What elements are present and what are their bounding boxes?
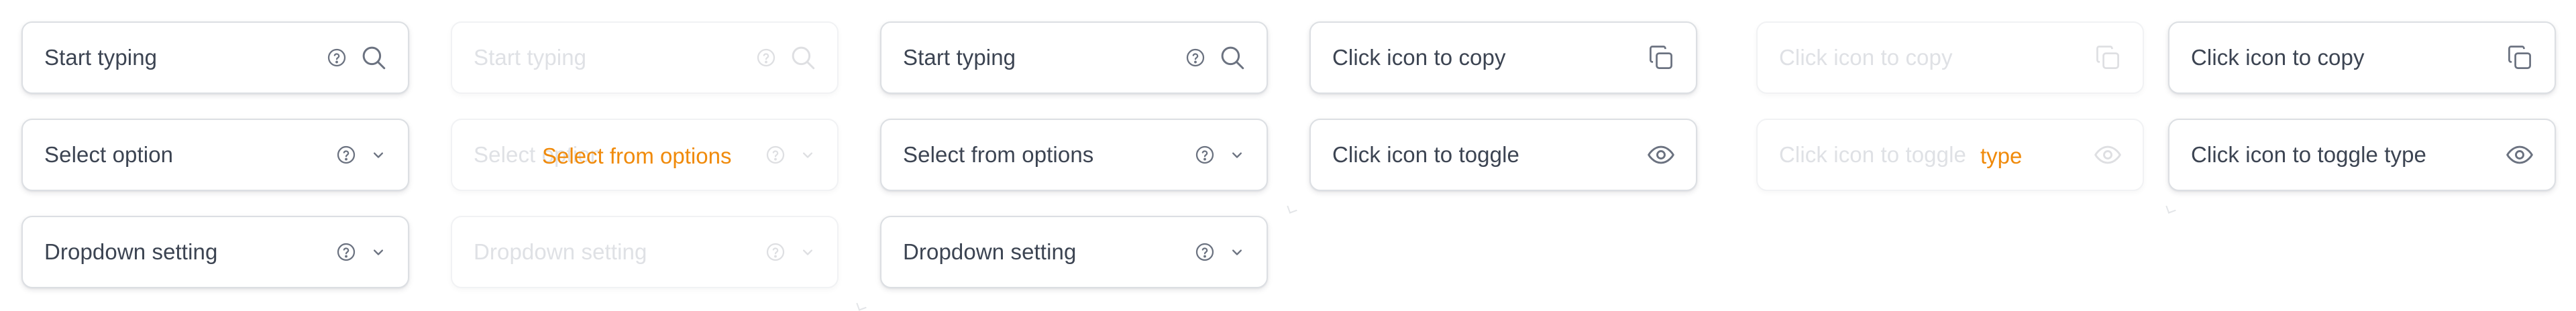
dropdown-field[interactable]: Dropdown setting (880, 216, 1268, 288)
help-circle-icon[interactable] (326, 47, 347, 68)
select-placeholder: Select from options (903, 142, 1094, 167)
search-placeholder: Start typing (44, 45, 158, 70)
search-icon[interactable] (360, 44, 388, 72)
copy-icon[interactable] (1646, 43, 1676, 72)
overlap-label: Select from options (542, 143, 732, 168)
search-field[interactable]: Start typing (21, 21, 409, 94)
toggle-field-label: Click icon to toggle (1332, 142, 1519, 167)
dropdown-field-disabled: Dropdown setting (451, 216, 839, 288)
chevron-down-icon (798, 243, 817, 261)
help-circle-icon (765, 241, 786, 263)
help-circle-icon[interactable] (1194, 144, 1216, 166)
copy-field-disabled: Click icon to copy (1756, 21, 2144, 94)
chevron-down-icon[interactable] (1228, 243, 1246, 261)
chevron-down-icon[interactable] (1228, 145, 1246, 164)
help-circle-icon[interactable] (335, 241, 357, 263)
copy-field-label: Click icon to copy (2191, 45, 2365, 70)
component-sheet: Start typing Select option Dropdown sett… (0, 0, 2576, 311)
help-circle-icon (765, 144, 786, 166)
corner-mark (2165, 203, 2176, 214)
toggle-field[interactable]: Click icon to toggle type (2168, 119, 2556, 191)
toggle-field[interactable]: Click icon to toggle (1309, 119, 1697, 191)
search-field[interactable]: Start typing (880, 21, 1268, 94)
search-icon[interactable] (1218, 44, 1246, 72)
search-placeholder: Start typing (903, 45, 1016, 70)
dropdown-placeholder: Dropdown setting (44, 239, 218, 264)
chevron-down-icon (798, 145, 817, 164)
overlap-label: type (1980, 143, 2023, 168)
select-placeholder: Select option (44, 142, 174, 167)
dropdown-field[interactable]: Dropdown setting (21, 216, 409, 288)
copy-field[interactable]: Click icon to copy (2168, 21, 2556, 94)
copy-field-label: Click icon to copy (1332, 45, 1506, 70)
search-placeholder: Start typing (474, 45, 587, 70)
help-circle-icon[interactable] (1185, 47, 1206, 68)
search-icon (789, 44, 817, 72)
help-circle-icon[interactable] (335, 144, 357, 166)
help-circle-icon[interactable] (1194, 241, 1216, 263)
select-field[interactable]: Select option (21, 119, 409, 191)
copy-icon[interactable] (2505, 43, 2534, 72)
dropdown-placeholder: Dropdown setting (903, 239, 1077, 264)
eye-icon (2093, 140, 2123, 170)
copy-icon (2093, 43, 2123, 72)
copy-field-label: Click icon to copy (1779, 45, 1953, 70)
dropdown-placeholder: Dropdown setting (474, 239, 647, 264)
select-field[interactable]: Select from options (880, 119, 1268, 191)
corner-mark (1287, 203, 1297, 214)
help-circle-icon (755, 47, 777, 68)
copy-field[interactable]: Click icon to copy (1309, 21, 1697, 94)
chevron-down-icon[interactable] (369, 243, 388, 261)
toggle-field-disabled: Click icon to toggle (1756, 119, 2144, 191)
chevron-down-icon[interactable] (369, 145, 388, 164)
toggle-field-label: Click icon to toggle type (2191, 142, 2427, 167)
toggle-field-label: Click icon to toggle (1779, 142, 1966, 167)
corner-mark (856, 300, 867, 311)
eye-icon[interactable] (1646, 140, 1676, 170)
eye-icon[interactable] (2505, 140, 2534, 170)
search-field-disabled: Start typing (451, 21, 839, 94)
